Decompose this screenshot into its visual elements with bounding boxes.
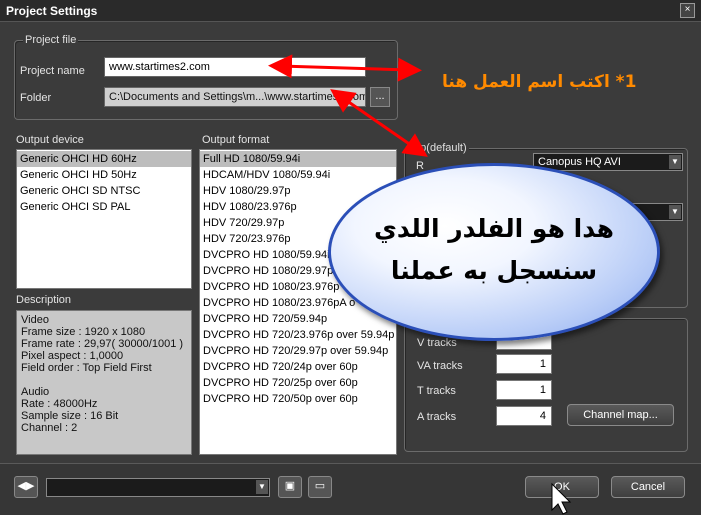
output-device-list[interactable]: Generic OHCI HD 60Hz Generic OHCI HD 50Hz… [16,149,192,289]
output-device-label: Output device [16,134,84,146]
description-line: Frame size : 1920 x 1080 [21,326,146,338]
annotation-name-hint: 1* اكتب اسم العمل هنا [442,72,637,92]
clipboard-icon[interactable]: ▭ [308,476,332,498]
bubble-line-1: هدا هو الفلدر اللدي [374,214,614,243]
description-line: Frame rate : 29,97( 30000/1001 ) [21,338,184,350]
window-title: Project Settings [6,4,98,18]
description-box: Video Frame size : 1920 x 1080 Frame rat… [16,310,192,455]
close-icon[interactable]: × [680,3,695,18]
expand-toggle-icon[interactable]: ◀▶ [14,476,38,498]
list-item[interactable]: DVCPRO HD 720/23.976p over 59.94p [200,327,396,343]
v-tracks-label: V tracks [417,337,457,349]
description-line: Video [21,314,49,326]
cancel-button[interactable]: Cancel [611,476,685,498]
project-name-label: Project name [20,65,85,77]
preset-select[interactable]: ▼ [46,478,270,497]
browse-button[interactable]: ... [370,87,390,107]
a-tracks-label: A tracks [417,411,457,423]
title-bar: Project Settings × [0,0,701,22]
t-tracks-input[interactable]: 1 [496,380,552,400]
codec-select[interactable]: Canopus HQ AVI ▼ [533,153,683,171]
output-format-label: Output format [202,134,270,146]
list-item[interactable]: Generic OHCI HD 60Hz [17,151,191,167]
va-tracks-input[interactable]: 1 [496,354,552,374]
list-item[interactable]: Full HD 1080/59.94i [200,151,396,167]
project-name-input[interactable]: www.startimes2.com [104,57,366,77]
codec-select-value: Canopus HQ AVI [538,156,621,168]
t-tracks-label: T tracks [417,385,456,397]
folder-label: Folder [20,92,52,104]
description-label: Description [16,294,72,306]
list-item[interactable]: DVCPRO HD 720/50p over 60p [200,391,396,407]
list-item[interactable]: DVCPRO HD 720/29.97p over 59.94p [200,343,396,359]
save-preset-icon[interactable]: ▣ [278,476,302,498]
chevron-down-icon: ▼ [669,155,681,169]
description-line: Field order : Top Field First [21,362,152,374]
folder-input[interactable]: C:\Documents and Settings\m...\www.start… [104,87,366,107]
chevron-down-icon: ▼ [256,480,268,494]
va-tracks-label: VA tracks [417,360,463,372]
setup-row-label: R [416,160,424,172]
project-file-group: Project file [14,34,398,120]
list-item[interactable]: HDCAM/HDV 1080/59.94i [200,167,396,183]
annotation-bubble: هدا هو الفلدر اللدي سنسجل به عملنا [328,163,660,341]
ok-button[interactable]: OK [525,476,599,498]
description-line [21,374,187,386]
description-line: Channel : 2 [21,422,78,434]
channel-map-button[interactable]: Channel map... [567,404,674,426]
list-item[interactable]: Generic OHCI SD NTSC [17,183,191,199]
project-file-legend: Project file [23,34,79,46]
bubble-line-2: سنسجل به عملنا [390,256,598,285]
description-line: Rate : 48000Hz [21,398,98,410]
list-item[interactable]: DVCPRO HD 720/25p over 60p [200,375,396,391]
chevron-down-icon: ▼ [669,205,681,219]
description-line: Sample size : 16 Bit [21,410,119,422]
list-item[interactable]: Generic OHCI SD PAL [17,199,191,215]
a-tracks-input[interactable]: 4 [496,406,552,426]
list-item[interactable]: DVCPRO HD 720/59.94p [200,311,396,327]
list-item[interactable]: Generic OHCI HD 50Hz [17,167,191,183]
description-line: Pixel aspect : 1,0000 [21,350,124,362]
setup-legend: tup(default) [409,142,469,154]
list-item[interactable]: DVCPRO HD 720/24p over 60p [200,359,396,375]
description-line: Audio [21,386,50,398]
